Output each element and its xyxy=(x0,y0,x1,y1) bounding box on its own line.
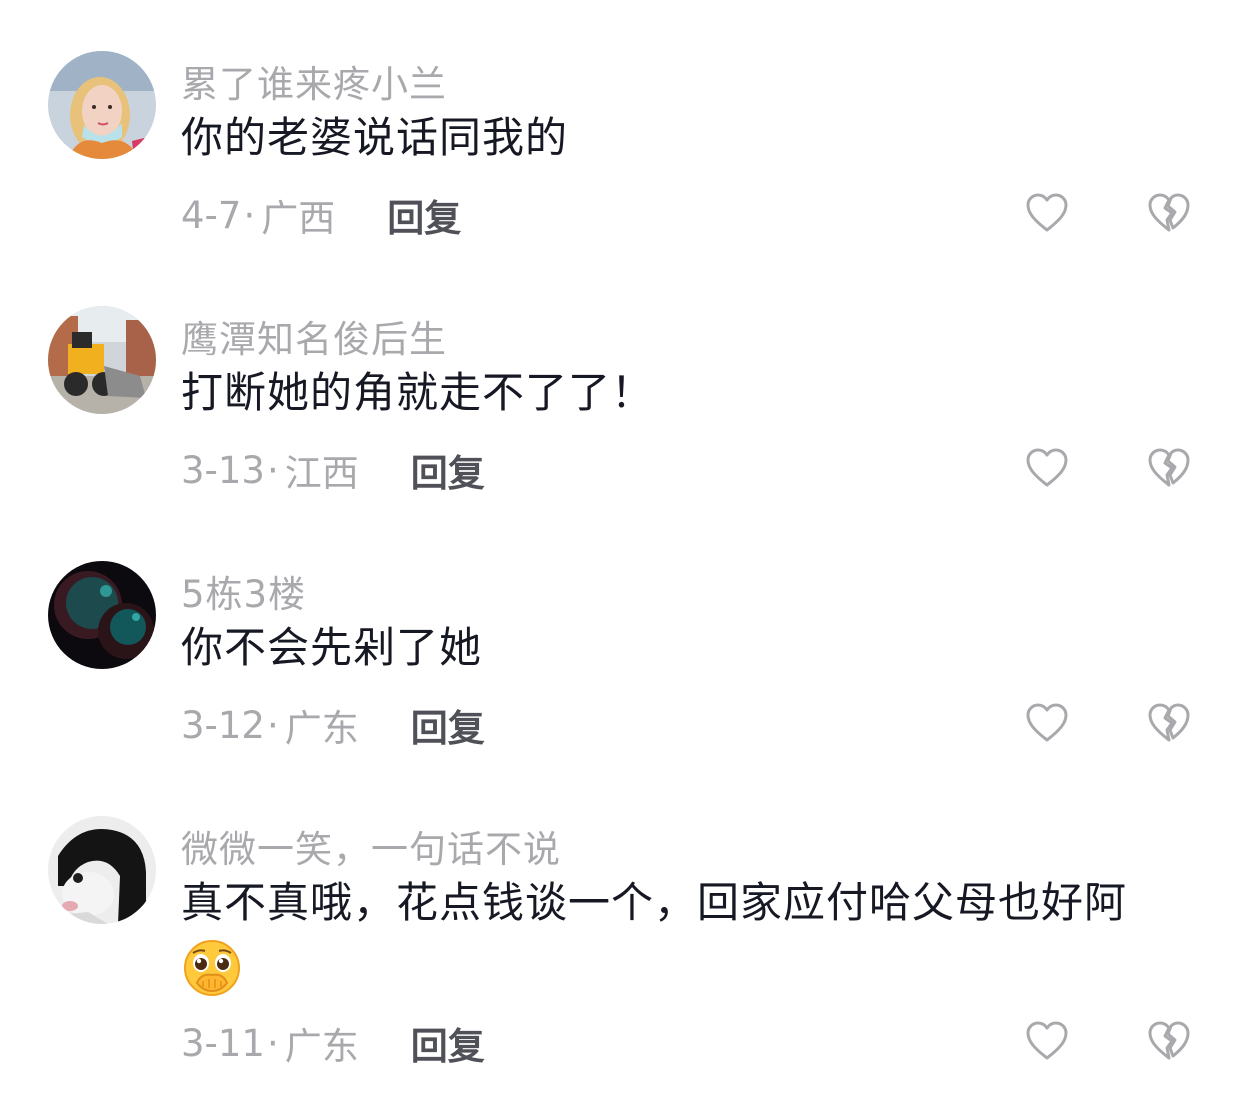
comment-meta: 3-11 · 广东 回复 xyxy=(181,1016,485,1070)
heart-outline-icon xyxy=(1026,448,1068,487)
avatar[interactable] xyxy=(48,51,156,159)
separator-dot: · xyxy=(266,703,279,747)
dislike-button[interactable] xyxy=(1146,190,1192,236)
comment-date: 4-7 xyxy=(181,193,242,237)
avatar[interactable] xyxy=(48,816,156,924)
comment-date: 3-11 xyxy=(181,1021,265,1065)
comment-location: 广东 xyxy=(284,1025,359,1068)
separator-dot: · xyxy=(266,448,279,492)
reply-button[interactable]: 回复 xyxy=(411,443,485,497)
reply-button[interactable]: 回复 xyxy=(411,1016,485,1070)
comment-location: 江西 xyxy=(284,452,359,495)
reply-button[interactable]: 回复 xyxy=(411,698,485,752)
comment-meta: 3-12 · 广东 回复 xyxy=(181,698,485,752)
comment-location: 广东 xyxy=(284,707,359,750)
comment-text-content: 打断她的角就走不了了！ xyxy=(181,368,655,417)
dislike-button[interactable] xyxy=(1146,700,1192,746)
heart-outline-icon xyxy=(1026,703,1068,742)
like-button[interactable] xyxy=(1024,445,1070,491)
comment-meta: 4-7 · 广西 回复 xyxy=(181,188,461,242)
pleading-face-emoji-icon xyxy=(181,937,243,999)
separator-dot: · xyxy=(243,193,256,237)
dislike-button[interactable] xyxy=(1146,1018,1192,1064)
reply-button[interactable]: 回复 xyxy=(387,188,461,242)
comment-text: 真不真哦，花点钱谈一个，回家应付哈父母也好阿 xyxy=(181,872,1191,999)
username[interactable]: 累了谁来疼小兰 xyxy=(181,54,447,108)
avatar[interactable] xyxy=(48,306,156,414)
avatar[interactable] xyxy=(48,561,156,669)
separator-dot: · xyxy=(266,1021,279,1065)
comment-date: 3-12 xyxy=(181,703,265,747)
comment-date: 3-13 xyxy=(181,448,265,492)
username[interactable]: 微微一笑，一句话不说 xyxy=(181,819,561,873)
comment-text: 你不会先剁了她 xyxy=(181,617,1191,679)
like-button[interactable] xyxy=(1024,190,1070,236)
comment-text: 你的老婆说话同我的 xyxy=(181,107,1191,169)
heart-outline-icon xyxy=(1026,193,1068,232)
like-button[interactable] xyxy=(1024,1018,1070,1064)
comment-text-content: 真不真哦，花点钱谈一个，回家应付哈父母也好阿 xyxy=(181,878,1128,927)
comment-meta: 3-13 · 江西 回复 xyxy=(181,443,485,497)
dislike-button[interactable] xyxy=(1146,445,1192,491)
username[interactable]: 鹰潭知名俊后生 xyxy=(181,309,447,363)
comment-location: 广西 xyxy=(261,197,336,240)
username[interactable]: 5栋3楼 xyxy=(181,564,306,618)
broken-heart-outline-icon xyxy=(1148,703,1190,742)
comment-text: 打断她的角就走不了了！ xyxy=(181,362,1191,424)
broken-heart-outline-icon xyxy=(1148,1021,1190,1060)
like-button[interactable] xyxy=(1024,700,1070,746)
comment-text-content: 你的老婆说话同我的 xyxy=(181,113,569,162)
broken-heart-outline-icon xyxy=(1148,193,1190,232)
heart-outline-icon xyxy=(1026,1021,1068,1060)
broken-heart-outline-icon xyxy=(1148,448,1190,487)
comment-text-content: 你不会先剁了她 xyxy=(181,623,483,672)
